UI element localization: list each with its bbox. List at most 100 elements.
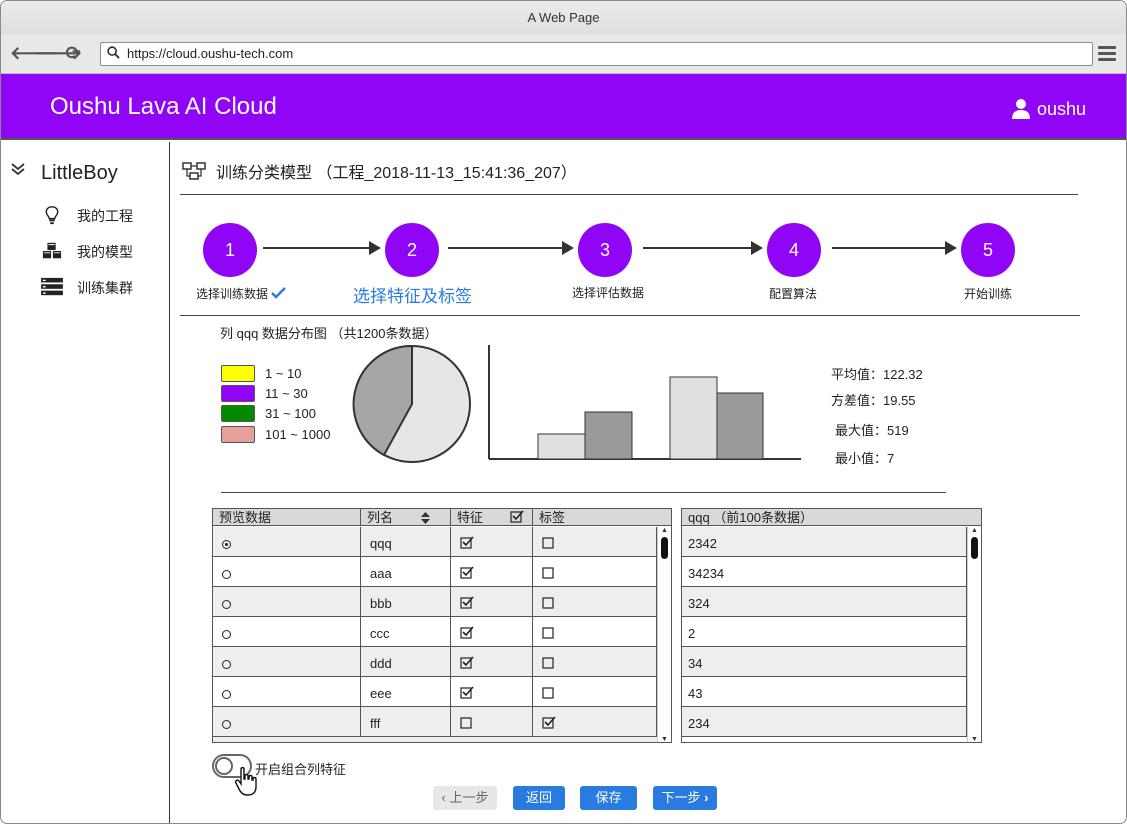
header-name[interactable]: 列名 [361, 509, 451, 526]
table-row[interactable]: aaa [213, 557, 657, 587]
back-arrow-icon[interactable]: 🡐 [10, 43, 58, 63]
step-3-label: 选择评估数据 [572, 286, 645, 300]
back-button[interactable]: 返回 [513, 786, 565, 810]
browser-navbar: 🡐 🡒 ⟳ https://cloud.oushu-tech.com [1, 34, 1126, 74]
feature-checkbox[interactable] [460, 686, 474, 699]
preview-table: qqq （前100条数据） 2342 34234 324 2 34 43 234 ▲ ▼ [681, 508, 982, 743]
forward-arrow-icon[interactable]: 🡒 [34, 43, 82, 63]
label-checkbox-cell [533, 587, 657, 617]
next-step-label: 下一步 [661, 790, 701, 805]
sidebar: LittleBoy 我的工程 我的模型 训练集群 [1, 142, 170, 823]
step-5-circle[interactable]: 5 [961, 223, 1015, 277]
label-checkbox[interactable] [542, 626, 556, 639]
step-2-label: 选择特征及标签 [353, 287, 472, 306]
columns-table: 预览数据 列名 特征 标签 qqq aaa bbb ccc ddd eee fff ▲ ▼ [212, 508, 672, 743]
preview-value: 2 [682, 617, 967, 647]
preview-radio-cell [213, 617, 361, 647]
stat-min: 最小值：7 [835, 451, 895, 466]
legend-swatch [221, 365, 255, 382]
step-3-circle[interactable]: 3 [578, 223, 632, 277]
sidebar-item-label: 我的模型 [77, 244, 133, 260]
label-checkbox-cell [533, 707, 657, 737]
label-checkbox[interactable] [542, 596, 556, 609]
legend-swatch [221, 426, 255, 443]
column-name: bbb [370, 596, 392, 611]
scrollbar-thumb[interactable] [661, 537, 668, 559]
sidebar-item-label: 我的工程 [77, 208, 133, 224]
preview-value: 234 [682, 707, 967, 737]
label-checkbox-cell [533, 617, 657, 647]
prev-step-button[interactable]: ‹ 上一步 [433, 786, 497, 810]
browser-window: A Web Page 🡐 🡒 ⟳ https://cloud.oushu-tec… [0, 0, 1127, 824]
feature-checkbox[interactable] [460, 536, 474, 549]
save-button[interactable]: 保存 [580, 786, 637, 810]
model-diagram-icon [182, 162, 206, 180]
table-row[interactable]: eee [213, 677, 657, 707]
sidebar-item-models[interactable]: 我的模型 [41, 239, 161, 263]
bar-chart-graphic [488, 345, 801, 460]
check-icon [271, 287, 287, 299]
preview-radio[interactable] [222, 570, 231, 580]
label-checkbox-cell [533, 527, 657, 557]
menu-icon[interactable] [1098, 46, 1116, 62]
column-name: qqq [370, 536, 392, 551]
sort-icon[interactable] [421, 512, 430, 524]
label-checkbox[interactable] [542, 656, 556, 669]
feature-checkbox[interactable] [460, 596, 474, 609]
user-icon [1011, 99, 1030, 119]
step-arrow [643, 241, 763, 255]
feature-checkbox[interactable] [460, 656, 474, 669]
label-checkbox[interactable] [542, 716, 556, 729]
feature-checkbox[interactable] [460, 566, 474, 579]
preview-radio[interactable] [222, 600, 231, 610]
table-row[interactable]: ccc [213, 617, 657, 647]
feature-checkbox-cell [451, 677, 533, 707]
next-step-button[interactable]: 下一步 › [653, 786, 717, 810]
step-1-circle[interactable]: 1 [203, 223, 257, 277]
select-all-checkbox-icon[interactable] [510, 510, 524, 523]
label-checkbox[interactable] [542, 686, 556, 699]
reload-icon[interactable]: ⟳ [63, 43, 83, 63]
table-row[interactable]: fff [213, 707, 657, 737]
table-row: 234 [682, 707, 967, 737]
preview-radio-cell [213, 587, 361, 617]
table-row: 43 [682, 677, 967, 707]
preview-radio[interactable] [222, 690, 231, 700]
table-scrollbar[interactable]: ▲ ▼ [657, 527, 671, 742]
step-2-circle[interactable]: 2 [385, 223, 439, 277]
feature-checkbox[interactable] [460, 626, 474, 639]
sidebar-item-projects[interactable]: 我的工程 [41, 203, 161, 227]
preview-radio-cell [213, 527, 361, 557]
window-title: A Web Page [527, 10, 600, 25]
feature-checkbox-cell [451, 707, 533, 737]
table-row[interactable]: ddd [213, 647, 657, 677]
user-name: oushu [1036, 99, 1086, 119]
column-name-cell: aaa [361, 557, 451, 587]
sidebar-item-cluster[interactable]: 训练集群 [41, 275, 161, 299]
step-arrow [832, 241, 957, 255]
table-scrollbar[interactable]: ▲ ▼ [967, 527, 981, 742]
preview-radio[interactable] [222, 630, 231, 640]
distribution-title: 列 qqq 数据分布图 （共1200条数据） [220, 326, 438, 341]
preview-value: 2342 [682, 527, 967, 557]
pie-chart-graphic [352, 344, 471, 463]
step-4-circle[interactable]: 4 [767, 223, 821, 277]
user-menu[interactable]: oushu [1011, 99, 1086, 120]
table-row[interactable]: bbb [213, 587, 657, 617]
label-checkbox[interactable] [542, 566, 556, 579]
label-checkbox[interactable] [542, 536, 556, 549]
header-feature: 特征 [451, 509, 533, 526]
legend-label: 11 ~ 30 [265, 386, 308, 401]
scrollbar-thumb[interactable] [971, 537, 978, 559]
lightbulb-icon [45, 206, 59, 225]
preview-radio[interactable] [222, 540, 231, 550]
hand-cursor-icon [235, 767, 257, 796]
table-row[interactable]: qqq [213, 527, 657, 557]
preview-radio[interactable] [222, 660, 231, 670]
collapse-chevron-icon[interactable] [11, 162, 25, 181]
table-row: 324 [682, 587, 967, 617]
feature-checkbox[interactable] [460, 716, 474, 729]
url-bar[interactable]: https://cloud.oushu-tech.com [100, 42, 1093, 66]
preview-radio[interactable] [222, 720, 231, 730]
table-row: 34 [682, 647, 967, 677]
